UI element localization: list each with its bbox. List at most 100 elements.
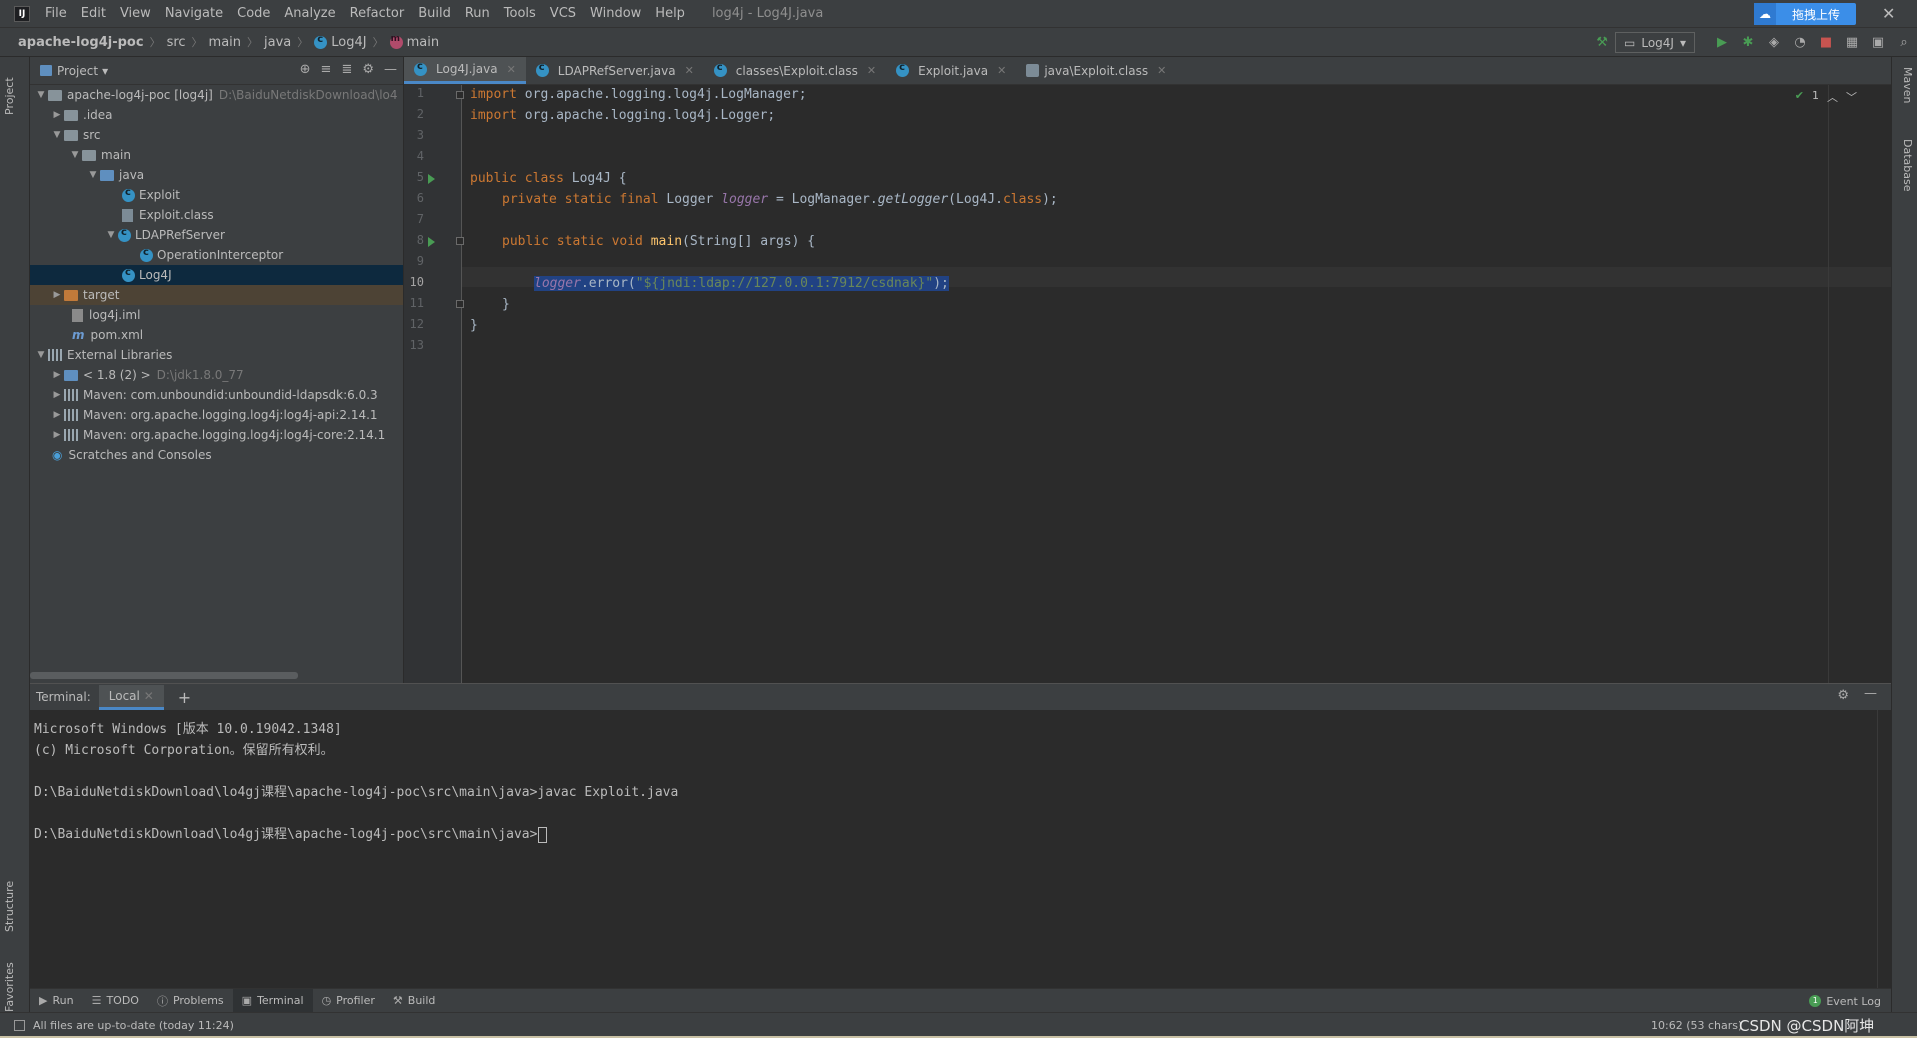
tree-item-maven-log4j-core[interactable]: ▶ Maven: org.apache.logging.log4j:log4j-c… [30, 425, 403, 445]
menu-window[interactable]: Window [583, 6, 648, 21]
tree-item-target[interactable]: ▶ target [30, 285, 403, 305]
event-log-button[interactable]: 1 Event Log [1809, 989, 1881, 1013]
tool-todo[interactable]: ☰ TODO [83, 989, 148, 1013]
coverage-icon[interactable]: ◈ [1761, 30, 1787, 56]
tab-label: classes\Exploit.class [735, 63, 858, 78]
hide-panel-icon[interactable]: — [384, 62, 397, 77]
menu-edit[interactable]: Edit [74, 6, 113, 21]
new-terminal-plus-icon[interactable]: + [178, 688, 191, 707]
tool-run[interactable]: ▶ Run [30, 989, 83, 1013]
close-icon[interactable]: ✕ [507, 63, 516, 76]
menu-refactor[interactable]: Refactor [343, 6, 412, 21]
debug-icon[interactable]: ✱ [1735, 30, 1761, 56]
menu-analyze[interactable]: Analyze [277, 6, 342, 21]
inspection-widget[interactable]: ✔ 1 ︿ ﹀ [1795, 89, 1857, 105]
profile-icon[interactable]: ◔ [1787, 30, 1813, 56]
run-gutter-icon[interactable] [428, 237, 435, 247]
tree-item-jdk[interactable]: ▶ < 1.8 (2) > D:\jdk1.8.0_77 [30, 365, 403, 385]
code-area[interactable]: import org.apache.logging.log4j.LogManag… [466, 85, 1866, 683]
breadcrumb-method[interactable]: main [389, 34, 439, 50]
minimize-icon[interactable]: — [1864, 686, 1877, 701]
side-tab-favorites[interactable]: Favorites [3, 962, 16, 1012]
tree-item-java[interactable]: ▼ java [30, 165, 403, 185]
project-view-select[interactable]: Project [57, 64, 98, 78]
tool-terminal[interactable]: ▣ Terminal [232, 988, 313, 1013]
cursor-position[interactable]: 10:62 (53 chars) [1651, 1019, 1742, 1032]
tree-item-pom[interactable]: m pom.xml [30, 325, 403, 345]
tree-item-idea[interactable]: ▶ .idea [30, 105, 403, 125]
close-window-button[interactable]: ✕ [1882, 4, 1895, 23]
menu-code[interactable]: Code [230, 6, 277, 21]
close-icon[interactable]: ✕ [867, 64, 876, 77]
tool-profiler[interactable]: ◷ Profiler [313, 989, 384, 1013]
menu-run[interactable]: Run [458, 6, 497, 21]
terminal-tab-local[interactable]: Local ✕ [98, 684, 164, 710]
menu-view[interactable]: View [113, 6, 158, 21]
tree-item-maven-ldapsdk[interactable]: ▶ Maven: com.unboundid:unboundid-ldapsdk:… [30, 385, 403, 405]
gear-icon[interactable]: ⚙ [362, 62, 374, 77]
tree-item-log4j[interactable]: Log4J [30, 265, 403, 285]
tree-item-src[interactable]: ▼ src [30, 125, 403, 145]
breadcrumb-class[interactable]: Log4J [314, 34, 367, 50]
tab-log4j-java[interactable]: Log4J.java ✕ [404, 57, 526, 84]
fold-icon[interactable] [456, 300, 464, 308]
build-hammer-icon[interactable]: ⚒ [1589, 30, 1615, 56]
square-icon[interactable] [14, 1020, 25, 1031]
terminal-prompt[interactable]: D:\BaiduNetdiskDownload\lo4gj课程\apache-l… [34, 823, 548, 843]
tree-item-exploit-class[interactable]: Exploit.class [30, 205, 403, 225]
close-icon[interactable]: ✕ [1157, 64, 1166, 77]
tree-item-operationinterceptor[interactable]: OperationInterceptor [30, 245, 403, 265]
tree-item-exploit[interactable]: Exploit [30, 185, 403, 205]
vertical-scrollbar[interactable] [1877, 710, 1891, 989]
fold-icon[interactable] [456, 91, 464, 99]
expand-all-icon[interactable]: ≡ [321, 62, 332, 77]
breadcrumb-project[interactable]: apache-log4j-poc [18, 35, 144, 50]
tree-item-log4j-iml[interactable]: log4j.iml [30, 305, 403, 325]
tool-problems[interactable]: ⓘ Problems [148, 989, 233, 1013]
menu-tools[interactable]: Tools [497, 6, 543, 21]
tree-item-scratches[interactable]: ◉ Scratches and Consoles [30, 445, 403, 465]
line-number: 6 [416, 191, 424, 205]
project-structure-icon[interactable]: ▦ [1839, 30, 1865, 56]
close-icon[interactable]: ✕ [144, 689, 154, 703]
chevron-up-icon[interactable]: ︿ [1827, 89, 1838, 105]
fold-icon[interactable] [456, 237, 464, 245]
close-icon[interactable]: ✕ [685, 64, 694, 77]
tab-ldaprefserver-java[interactable]: LDAPRefServer.java ✕ [526, 57, 704, 84]
side-tab-project[interactable]: Project [3, 77, 16, 115]
menu-vcs[interactable]: VCS [543, 6, 583, 21]
tree-item-main[interactable]: ▼ main [30, 145, 403, 165]
layout-icon[interactable]: ▣ [1865, 30, 1891, 56]
run-configuration-select[interactable]: ▭ Log4J ▾ [1615, 32, 1695, 53]
run-gutter-icon[interactable] [428, 174, 435, 184]
tree-item-external-libraries[interactable]: ▼ External Libraries [30, 345, 403, 365]
breadcrumb-java[interactable]: java [264, 35, 291, 50]
tree-item-root[interactable]: ▼ apache-log4j-poc [log4j] D:\BaiduNetdisk… [30, 85, 403, 105]
stop-icon[interactable]: ■ [1813, 30, 1839, 56]
horizontal-scrollbar[interactable] [30, 672, 298, 679]
tree-item-ldaprefserver[interactable]: ▼ LDAPRefServer [30, 225, 403, 245]
menu-navigate[interactable]: Navigate [158, 6, 230, 21]
side-tab-database[interactable]: Database [1901, 139, 1914, 192]
tool-build[interactable]: ⚒ Build [384, 989, 445, 1013]
tree-item-maven-log4j-api[interactable]: ▶ Maven: org.apache.logging.log4j:log4j-a… [30, 405, 403, 425]
search-icon[interactable]: ⌕ [1891, 30, 1917, 56]
side-tab-maven[interactable]: Maven [1901, 67, 1914, 103]
upload-button[interactable]: ☁ 拖拽上传 [1754, 3, 1856, 25]
close-icon[interactable]: ✕ [997, 64, 1006, 77]
tab-classes-exploit-class[interactable]: classes\Exploit.class ✕ [704, 57, 886, 84]
chevron-down-icon[interactable]: ﹀ [1846, 89, 1857, 105]
tab-exploit-java[interactable]: Exploit.java ✕ [886, 57, 1016, 84]
breadcrumb-src[interactable]: src [167, 35, 186, 50]
upload-label: 拖拽上传 [1791, 7, 1840, 22]
run-icon[interactable]: ▶ [1709, 30, 1735, 56]
side-tab-structure[interactable]: Structure [3, 881, 16, 932]
menu-help[interactable]: Help [648, 6, 692, 21]
gear-icon[interactable]: ⚙ [1837, 688, 1849, 703]
menu-build[interactable]: Build [411, 6, 458, 21]
collapse-all-icon[interactable]: ≣ [341, 62, 352, 77]
tab-java-exploit-class[interactable]: java\Exploit.class ✕ [1016, 57, 1176, 84]
menu-file[interactable]: File [38, 6, 74, 21]
breadcrumb-main[interactable]: main [209, 35, 241, 50]
locate-icon[interactable]: ⊕ [300, 62, 311, 77]
